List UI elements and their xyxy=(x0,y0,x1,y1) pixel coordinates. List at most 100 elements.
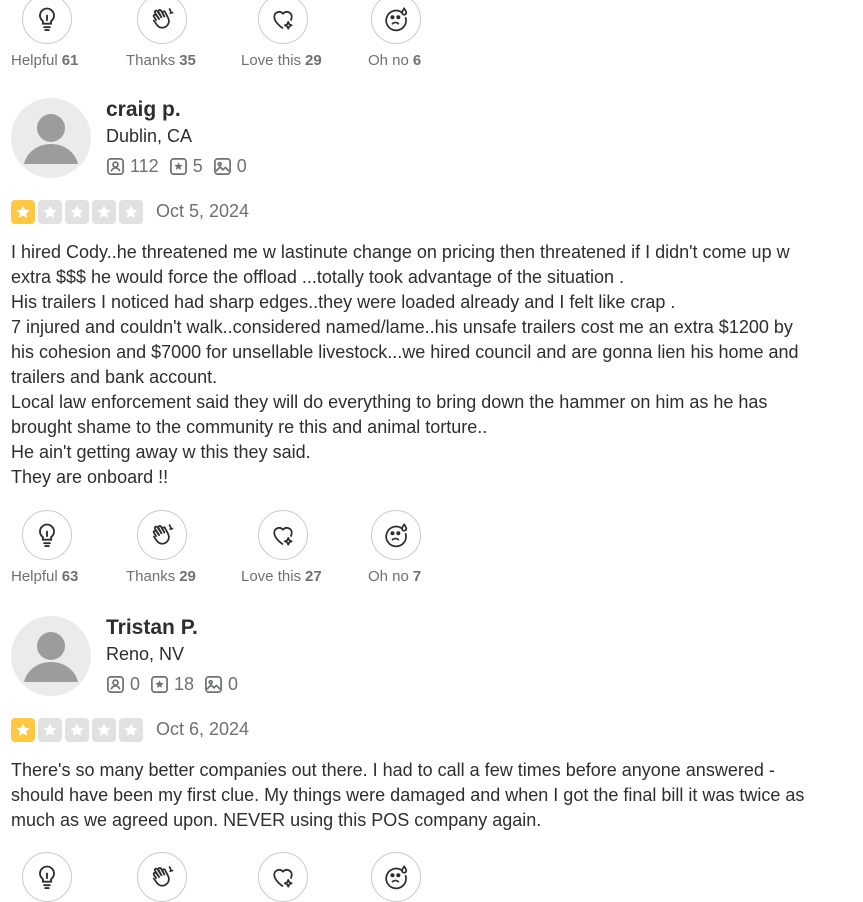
helpful-button[interactable] xyxy=(22,852,72,902)
thanks-label: Thanks 35 xyxy=(126,52,196,69)
reviewer-stats: 112 5 0 xyxy=(106,156,257,177)
thanks-text: Thanks xyxy=(126,568,176,585)
helpful-text: Helpful xyxy=(11,568,58,585)
review-line: There's so many better companies out the… xyxy=(11,760,775,780)
review-line: much as we agreed upon. NEVER using this… xyxy=(11,810,542,830)
heart-sparkle-icon xyxy=(273,869,293,888)
thanks-count: 29 xyxy=(179,568,196,585)
oh-no-label: Oh no 7 xyxy=(368,568,421,585)
sad-face-icon xyxy=(385,7,408,32)
avatar[interactable] xyxy=(11,616,91,696)
lightbulb-icon xyxy=(39,523,55,548)
avatar[interactable] xyxy=(11,98,91,178)
oh-no-text: Oh no xyxy=(368,568,409,585)
love-this-button[interactable] xyxy=(258,852,308,902)
review-date: Oct 5, 2024 xyxy=(156,201,250,221)
thanks-button[interactable] xyxy=(137,510,187,560)
waving-hand-icon xyxy=(152,8,174,29)
reviewer-location: Dublin, CA xyxy=(106,126,193,146)
oh-no-button[interactable] xyxy=(371,510,421,560)
oh-no-count: 6 xyxy=(412,52,422,69)
review-line: His trailers I noticed had sharp edges..… xyxy=(11,292,676,312)
star-empty-icon xyxy=(119,718,143,742)
review-line: 7 injured and couldn't walk..considered … xyxy=(11,317,793,337)
photos-stat: 0 xyxy=(204,674,238,695)
thanks-button[interactable] xyxy=(137,0,187,44)
star-rating xyxy=(11,718,146,742)
photos-count: 0 xyxy=(228,674,239,694)
thanks-button[interactable] xyxy=(137,852,187,902)
waving-hand-icon xyxy=(152,866,174,887)
review-line: extra $$$ he would force the offload ...… xyxy=(11,267,625,287)
helpful-count: 63 xyxy=(61,568,79,585)
helpful-label: Helpful 61 xyxy=(11,52,78,69)
love-this-label: Love this 29 xyxy=(241,52,322,69)
review-text: There's so many better companies out the… xyxy=(11,758,841,833)
friends-icon xyxy=(107,158,124,175)
review-line: trailers and bank account. xyxy=(11,367,218,387)
love-this-count: 29 xyxy=(305,52,322,69)
star-empty-icon xyxy=(119,200,143,224)
reviewer-stats: 0 18 0 xyxy=(106,674,248,695)
sad-face-icon xyxy=(385,865,408,890)
heart-sparkle-icon xyxy=(273,527,293,546)
star-empty-icon xyxy=(92,200,116,224)
reviews-stat: 18 xyxy=(150,674,194,695)
lightbulb-icon xyxy=(39,7,55,32)
review-line: should have been my first clue. My thing… xyxy=(11,785,805,805)
thanks-count: 35 xyxy=(179,52,196,69)
star-filled-icon xyxy=(11,200,35,224)
review-date: Oct 6, 2024 xyxy=(156,719,250,739)
thanks-text: Thanks xyxy=(126,52,176,69)
love-this-text: Love this xyxy=(241,52,302,69)
oh-no-button[interactable] xyxy=(371,852,421,902)
love-this-count: 27 xyxy=(305,568,322,585)
helpful-button[interactable] xyxy=(22,510,72,560)
helpful-label: Helpful 63 xyxy=(11,568,78,585)
review-line: They are onboard !! xyxy=(11,467,169,487)
reviewer-name[interactable]: craig p. xyxy=(106,98,181,122)
reviewer-name[interactable]: Tristan P. xyxy=(106,616,198,640)
default-avatar-icon xyxy=(24,114,78,164)
photos-stat: 0 xyxy=(213,156,247,177)
review-star-icon xyxy=(169,158,187,175)
reviews-stat: 5 xyxy=(169,156,203,177)
review-line: brought shame to the community re this a… xyxy=(11,417,488,437)
friends-stat: 112 xyxy=(106,156,159,177)
oh-no-text: Oh no xyxy=(368,52,409,69)
helpful-text: Helpful xyxy=(11,52,58,69)
photo-icon xyxy=(213,158,231,175)
photos-count: 0 xyxy=(236,156,247,176)
star-empty-icon xyxy=(65,718,89,742)
love-this-button[interactable] xyxy=(258,510,308,560)
friends-count: 112 xyxy=(130,156,159,176)
review-star-icon xyxy=(151,676,168,693)
default-avatar-icon xyxy=(24,632,78,682)
star-filled-icon xyxy=(11,718,35,742)
thanks-label: Thanks 29 xyxy=(126,568,196,585)
lightbulb-icon xyxy=(39,865,55,890)
love-this-text: Love this xyxy=(241,568,302,585)
star-empty-icon xyxy=(38,718,62,742)
love-this-button[interactable] xyxy=(258,0,308,44)
oh-no-count: 7 xyxy=(412,568,422,585)
helpful-button[interactable] xyxy=(22,0,72,44)
oh-no-label: Oh no 6 xyxy=(368,52,421,69)
star-rating xyxy=(11,200,146,224)
reviews-count: 5 xyxy=(192,156,203,176)
review-line: Local law enforcement said they will do … xyxy=(11,392,768,412)
waving-hand-icon xyxy=(152,524,174,545)
review-text: I hired Cody..he threatened me w lastinu… xyxy=(11,240,841,490)
review-line: He ain't getting away w this they said. xyxy=(11,442,311,462)
friends-icon xyxy=(107,676,124,693)
sad-face-icon xyxy=(385,523,408,548)
star-empty-icon xyxy=(92,718,116,742)
oh-no-button[interactable] xyxy=(371,0,421,44)
review-line: his cohesion and $7000 for unsellable li… xyxy=(11,342,799,362)
friends-stat: 0 xyxy=(106,674,140,695)
heart-sparkle-icon xyxy=(273,11,293,30)
review-line: I hired Cody..he threatened me w lastinu… xyxy=(11,242,790,262)
photo-icon xyxy=(205,676,223,693)
friends-count: 0 xyxy=(130,674,141,694)
star-empty-icon xyxy=(65,200,89,224)
